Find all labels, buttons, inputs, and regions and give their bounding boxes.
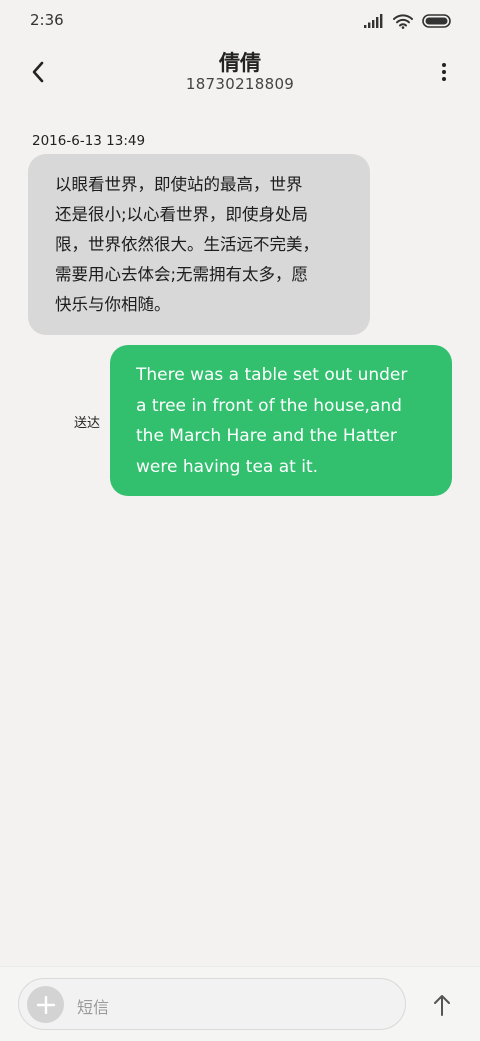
outgoing-message-bubble[interactable]: There was a table set out under a tree i…: [110, 345, 452, 496]
more-options-button[interactable]: [430, 54, 458, 90]
contact-number: 18730218809: [185, 75, 295, 93]
plus-icon: [36, 995, 55, 1014]
message-timestamp: 2016-6-13 13:49: [32, 133, 146, 149]
message-input-placeholder: 短信: [77, 998, 110, 1017]
battery-icon: [422, 14, 451, 28]
contact-name: 倩倩: [219, 51, 261, 75]
signal-icon: [364, 14, 383, 28]
message-line: a tree in front of the house,and: [136, 395, 402, 416]
more-vertical-icon: [442, 63, 446, 81]
message-line: 还是很小;以心看世界，即使身处局: [55, 205, 309, 224]
status-icons: [364, 12, 452, 30]
message-input[interactable]: 短信: [18, 978, 406, 1030]
status-bar: 2:36: [0, 0, 480, 40]
message-line: 以眼看世界，即使站的最高，世界: [55, 175, 303, 194]
message-line: There was a table set out under: [136, 365, 408, 385]
composer-bar: 短信: [0, 966, 480, 1041]
message-line: 需要用心去体会;无需拥有太多，愿: [55, 265, 309, 284]
status-time: 2:36: [30, 11, 64, 29]
arrow-up-icon: [434, 995, 450, 1016]
add-attachment-button[interactable]: [27, 986, 64, 1023]
conversation-header: 倩倩 18730218809: [0, 40, 480, 104]
send-button[interactable]: [426, 989, 458, 1021]
message-line: 限，世界依然很大。生活远不完美，: [55, 235, 319, 254]
delivery-status: 送达: [74, 416, 101, 431]
wifi-icon: [393, 13, 413, 29]
incoming-message-bubble[interactable]: 以眼看世界，即使站的最高，世界 还是很小;以心看世界，即使身处局 限，世界依然很…: [28, 154, 370, 335]
message-line: the March Hare and the Hatter: [136, 426, 397, 446]
message-line: were having tea at it.: [136, 456, 319, 477]
message-line: 快乐与你相随。: [55, 295, 171, 314]
